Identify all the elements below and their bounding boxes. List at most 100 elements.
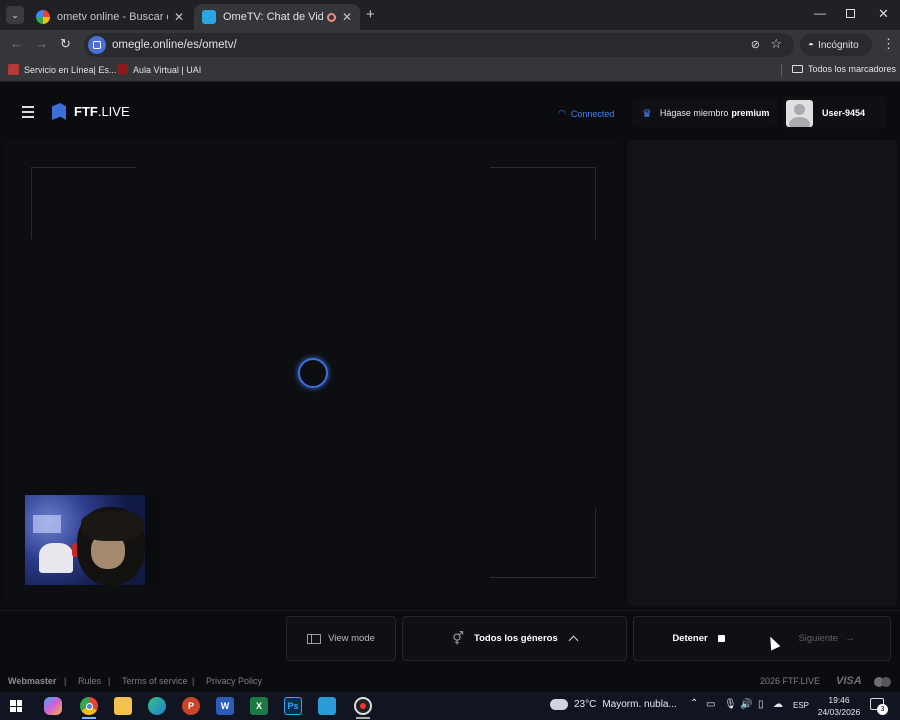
restore-button[interactable] bbox=[846, 9, 855, 18]
gender-icon: ⚥ bbox=[452, 630, 464, 646]
avatar bbox=[786, 99, 813, 127]
browser-tab-strip: ⌄ ometv online - Buscar con Goo ✕ OmeTV:… bbox=[0, 0, 900, 30]
minimize-button[interactable]: — bbox=[814, 6, 826, 20]
site-logo[interactable]: FTF .LIVE bbox=[52, 103, 130, 120]
bookmark-aula-virtual[interactable]: Aula Virtual | UAI bbox=[117, 64, 201, 75]
back-button[interactable]: ← bbox=[10, 36, 23, 51]
tab-google-search[interactable]: ometv online - Buscar con Goo ✕ bbox=[28, 4, 192, 30]
crown-icon: ♛ bbox=[642, 107, 652, 120]
volume-icon[interactable]: 🔊 bbox=[740, 699, 752, 710]
close-icon[interactable]: ✕ bbox=[174, 10, 184, 24]
all-bookmarks-button[interactable]: Todos los marcadores bbox=[792, 64, 896, 74]
incognito-badge[interactable]: ◓ Incógnito bbox=[800, 34, 872, 56]
visa-logo: VISA bbox=[836, 675, 862, 687]
powerpoint-icon[interactable]: P bbox=[182, 697, 200, 715]
stop-button[interactable]: Detener Siguiente → bbox=[633, 616, 891, 661]
gender-filter-button[interactable]: ⚥ Todos los géneros bbox=[402, 616, 627, 661]
premium-bold: premium bbox=[731, 108, 770, 118]
folder-icon bbox=[792, 65, 803, 73]
stop-square-icon bbox=[717, 635, 725, 642]
windows-start-icon[interactable] bbox=[10, 700, 22, 712]
view-mode-label: View mode bbox=[328, 633, 375, 644]
bookmarks-bar: Servicio en Línea| Es... Aula Virtual | … bbox=[0, 60, 900, 82]
chrome-icon[interactable] bbox=[80, 697, 98, 715]
excel-icon[interactable]: X bbox=[250, 697, 268, 715]
edge-icon[interactable] bbox=[148, 697, 166, 715]
site-info-icon[interactable] bbox=[88, 36, 106, 54]
clock-time: 19:46 bbox=[828, 695, 850, 705]
logo-rest: .LIVE bbox=[97, 104, 130, 119]
bookmark-label: Servicio en Línea| Es... bbox=[24, 64, 117, 75]
windows-taskbar: P W X Ps 23°C Mayorm. nubla... ⌃ ▭ 🎙 🔊 ▯… bbox=[0, 692, 900, 720]
frame-corner-tl bbox=[31, 167, 136, 239]
recorder-icon[interactable] bbox=[354, 697, 372, 715]
user-profile-button[interactable]: User-9454 bbox=[782, 97, 886, 129]
mastercard-logo-icon-2 bbox=[881, 677, 891, 687]
premium-button[interactable]: ♛ Hágase miembro premium bbox=[632, 99, 778, 127]
footer-link-privacy[interactable]: Privacy Policy bbox=[206, 676, 262, 686]
eye-off-icon[interactable]: ⊘ bbox=[751, 38, 760, 51]
copilot-icon[interactable] bbox=[44, 697, 62, 715]
logo-bold: FTF bbox=[74, 104, 98, 119]
footer-separator: | bbox=[108, 676, 111, 686]
language-indicator[interactable]: ESP bbox=[793, 701, 809, 710]
chrome-active-indicator bbox=[82, 717, 96, 719]
file-explorer-icon[interactable] bbox=[114, 697, 132, 715]
bookmark-star-icon[interactable]: ☆ bbox=[770, 36, 782, 52]
hamburger-menu-icon[interactable] bbox=[22, 106, 34, 118]
footer-link-webmaster[interactable]: Webmaster bbox=[8, 676, 56, 686]
gender-filter-label: Todos los géneros bbox=[473, 633, 558, 644]
bookmark-label: Aula Virtual | UAI bbox=[133, 64, 202, 75]
site-footer: Webmaster | Rules | Terms of service | P… bbox=[0, 672, 900, 692]
self-video-preview bbox=[25, 495, 160, 585]
footer-copyright: 2026 FTF.LIVE bbox=[760, 676, 821, 686]
incognito-label: Incógnito bbox=[818, 39, 859, 51]
next-button[interactable]: Siguiente → bbox=[763, 633, 890, 644]
clock[interactable]: 19:46 24/03/2026 bbox=[816, 694, 862, 718]
device-icon[interactable]: ▭ bbox=[706, 699, 715, 710]
microphone-icon[interactable]: 🎙 bbox=[724, 699, 737, 710]
footer-separator: | bbox=[192, 676, 195, 686]
reload-button[interactable]: ↻ bbox=[60, 36, 71, 52]
tab-title: ometv online - Buscar con Goo bbox=[57, 11, 168, 23]
frame-corner-tr bbox=[490, 167, 596, 239]
browser-menu-button[interactable]: ⋮ bbox=[882, 36, 895, 52]
notification-count-badge: 3 bbox=[877, 704, 888, 715]
chevron-up-icon bbox=[568, 635, 579, 646]
store-icon[interactable] bbox=[318, 697, 336, 715]
notification-center-icon[interactable]: 3 bbox=[870, 698, 888, 715]
tray-overflow-chevron-icon[interactable]: ⌃ bbox=[690, 698, 698, 709]
ometv-favicon-icon bbox=[202, 10, 216, 24]
address-bar[interactable]: omegle.online/es/ometv/ ⊘ ☆ bbox=[84, 33, 794, 57]
word-icon[interactable]: W bbox=[216, 697, 234, 715]
tab-search-button[interactable]: ⌄ bbox=[6, 6, 24, 24]
url-text[interactable]: omegle.online/es/ometv/ bbox=[112, 39, 237, 51]
weather-desc: Mayorm. nubla... bbox=[602, 699, 677, 710]
all-bookmarks-label: Todos los marcadores bbox=[808, 64, 897, 74]
footer-link-rules[interactable]: Rules bbox=[78, 676, 101, 686]
incognito-icon: ◓ bbox=[808, 39, 815, 51]
footer-link-terms[interactable]: Terms of service bbox=[122, 676, 188, 686]
battery-icon[interactable]: ▯ bbox=[758, 699, 764, 710]
tab-ometv[interactable]: OmeTV: Chat de Video - Alt ✕ bbox=[194, 4, 360, 30]
tab-title: OmeTV: Chat de Video - Alt bbox=[223, 11, 323, 23]
username: User-9454 bbox=[822, 108, 866, 118]
close-icon[interactable]: ✕ bbox=[342, 10, 352, 24]
connection-status-label: Connected bbox=[570, 108, 615, 119]
new-tab-button[interactable]: + bbox=[366, 6, 375, 23]
next-label: Siguiente bbox=[798, 633, 839, 644]
loading-spinner bbox=[298, 358, 328, 388]
recording-icon bbox=[326, 12, 336, 22]
weather-widget[interactable]: 23°C Mayorm. nubla... bbox=[550, 699, 677, 710]
shield-icon bbox=[117, 64, 128, 75]
view-mode-button[interactable]: View mode bbox=[286, 616, 396, 661]
photoshop-icon[interactable]: Ps bbox=[284, 697, 302, 715]
bookmark-favicon-icon bbox=[8, 64, 19, 75]
forward-button[interactable]: → bbox=[35, 36, 48, 51]
frame-corner-br bbox=[490, 508, 596, 578]
cloud-sun-icon bbox=[550, 699, 568, 710]
layout-icon bbox=[307, 633, 322, 644]
close-window-button[interactable]: ✕ bbox=[878, 6, 889, 22]
bookmark-servicio[interactable]: Servicio en Línea| Es... bbox=[8, 64, 116, 75]
cloud-icon[interactable]: ☁ bbox=[773, 699, 783, 710]
